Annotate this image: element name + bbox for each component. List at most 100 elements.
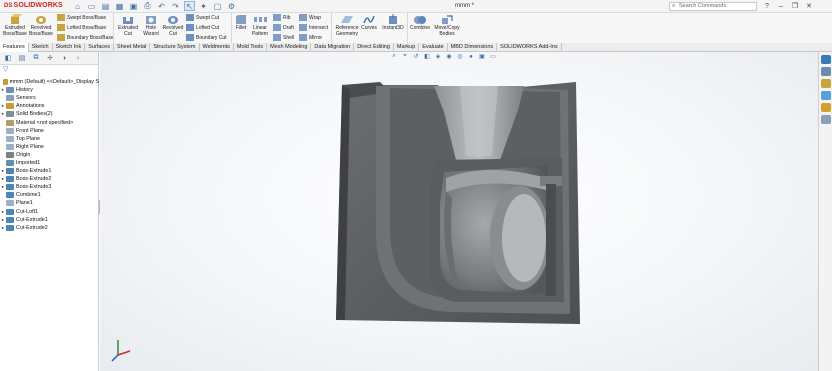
tab-solidworks-add-ins[interactable]: SOLIDWORKS Add-Ins	[497, 43, 562, 52]
tree-item[interactable]: Combine1	[0, 191, 99, 199]
solidworks-resources-icon[interactable]	[820, 55, 831, 64]
revolved-cut-button[interactable]: Revolved Cut	[162, 14, 184, 37]
tree-item[interactable]: Right Plane	[0, 143, 99, 151]
curves-button[interactable]: Curves	[360, 14, 378, 32]
graphics-area[interactable]	[100, 52, 818, 371]
tree-item[interactable]: Imported1	[0, 159, 99, 167]
zoom-to-fit-icon[interactable]: ⌕	[390, 53, 398, 60]
tab-sketch-ink[interactable]: Sketch Ink	[53, 43, 86, 52]
display-manager-icon[interactable]: ◑	[58, 53, 70, 63]
rib-button[interactable]: Rib	[273, 14, 291, 21]
save-icon[interactable]: ▣	[128, 1, 139, 11]
property-manager-icon[interactable]: ▤	[16, 53, 28, 63]
print-icon[interactable]: ▦	[114, 1, 125, 11]
apply-scene-icon[interactable]: ▣	[478, 53, 486, 60]
tab-mold-tools[interactable]: Mold Tools	[234, 43, 268, 52]
tab-surfaces[interactable]: Surfaces	[85, 43, 114, 52]
previous-view-icon[interactable]: ↺	[412, 53, 420, 60]
tab-sketch[interactable]: Sketch	[29, 43, 53, 52]
expand-panel-icon[interactable]: ›	[72, 53, 84, 63]
tab-weldments[interactable]: Weldments	[200, 43, 234, 52]
custom-properties-icon[interactable]	[820, 115, 831, 124]
linear-pattern-button[interactable]: Linear Pattern	[250, 14, 270, 37]
minimize-icon[interactable]: –	[774, 1, 788, 11]
revolved-boss-button[interactable]: Revolved Boss/Base	[28, 14, 54, 37]
filter-icon[interactable]: ▽	[0, 65, 98, 74]
select-icon[interactable]: ↖	[184, 1, 195, 11]
instant3d-button[interactable]: Instant3D	[380, 14, 406, 32]
intersect-button[interactable]: Intersect	[299, 24, 328, 31]
tab-markup[interactable]: Markup	[394, 43, 420, 52]
hole-wizard-button[interactable]: Hole Wizard	[140, 14, 162, 37]
solidworks-logo[interactable]: DSSOLIDWORKS	[4, 2, 63, 9]
restore-icon[interactable]: ❐	[788, 1, 802, 11]
tree-item[interactable]: Top Plane	[0, 135, 99, 143]
open-icon[interactable]: ▤	[100, 1, 111, 11]
tree-item[interactable]: Sensors	[0, 94, 99, 102]
configuration-manager-icon[interactable]: ⧉	[30, 53, 42, 63]
tree-item[interactable]: ▸ Solid Bodies(2)	[0, 110, 99, 118]
help-icon[interactable]: ?	[760, 1, 774, 11]
extruded-boss-button[interactable]: Extruded Boss/Base	[2, 14, 28, 37]
tree-item[interactable]: ▸ Boss-Extrude1	[0, 167, 99, 175]
lofted-cut-button[interactable]: Lofted Cut	[186, 24, 219, 31]
tree-item[interactable]: ▸ Cut-Extrude1	[0, 216, 99, 224]
tree-item[interactable]: ▸ Annotations	[0, 102, 99, 110]
boundary-boss-button[interactable]: Boundary Boss/Base	[57, 34, 114, 41]
new-file-icon[interactable]: ▭	[86, 1, 97, 11]
undo-icon[interactable]: ↶	[156, 1, 167, 11]
reference-geometry-button[interactable]: Reference Geometry	[334, 14, 360, 37]
file-properties-icon[interactable]: ▢	[212, 1, 223, 11]
boundary-cut-button[interactable]: Boundary Cut	[186, 34, 227, 41]
tab-structure-system[interactable]: Structure System	[150, 43, 200, 52]
tab-features[interactable]: Features	[0, 43, 29, 52]
draft-button[interactable]: Draft	[273, 24, 294, 31]
tree-item[interactable]: ▸ Boss-Extrude3	[0, 183, 99, 191]
swept-cut-button[interactable]: Swept Cut	[186, 14, 219, 21]
rebuild-icon[interactable]: ✦	[198, 1, 209, 11]
lofted-boss-button[interactable]: Lofted Boss/Base	[57, 24, 106, 31]
tab-mbd-dimensions[interactable]: MBD Dimensions	[448, 43, 498, 52]
print-dropdown-icon[interactable]: ⎙	[142, 1, 153, 11]
view-settings-icon[interactable]: ▭	[489, 53, 497, 60]
options-icon[interactable]: ⚙	[226, 1, 237, 11]
dimxpert-manager-icon[interactable]: ✛	[44, 53, 56, 63]
tree-item[interactable]: ▸ Boss-Extrude2	[0, 175, 99, 183]
wrap-button[interactable]: Wrap	[299, 14, 321, 21]
fillet-button[interactable]: Fillet	[233, 14, 249, 32]
tree-item[interactable]: ▸ Cut-Extrude2	[0, 224, 99, 232]
tree-item[interactable]: Plane1	[0, 199, 99, 207]
tab-direct-editing[interactable]: Direct Editing	[354, 43, 394, 52]
redo-icon[interactable]: ↷	[170, 1, 181, 11]
mold-model[interactable]	[100, 52, 818, 371]
tree-item[interactable]: ▸ History	[0, 86, 99, 94]
feature-manager-icon[interactable]: ◧	[2, 53, 14, 63]
tree-item[interactable]: Origin	[0, 151, 99, 159]
combine-button[interactable]: Combine	[409, 14, 431, 32]
tab-evaluate[interactable]: Evaluate	[419, 43, 448, 52]
tree-item[interactable]: Front Plane	[0, 127, 99, 135]
tab-sheet-metal[interactable]: Sheet Metal	[114, 43, 151, 52]
tab-data-migration[interactable]: Data Migration	[311, 43, 355, 52]
view-orientation-icon[interactable]: ◈	[434, 53, 442, 60]
shell-button[interactable]: Shell	[273, 34, 294, 41]
tab-mesh-modeling[interactable]: Mesh Modeling	[267, 43, 312, 52]
tree-root[interactable]: mmm (Default) <<Default>_Display S	[0, 78, 99, 86]
design-library-icon[interactable]	[820, 67, 831, 76]
appearances-icon[interactable]	[820, 103, 831, 112]
search-commands-input[interactable]: ⌕ Search Commands	[669, 2, 757, 11]
display-style-icon[interactable]: ◉	[445, 53, 453, 60]
close-icon[interactable]: ✕	[802, 1, 816, 11]
view-palette-icon[interactable]	[820, 91, 831, 100]
swept-boss-button[interactable]: Swept Boss/Base	[57, 14, 106, 21]
home-icon[interactable]: ⌂	[72, 1, 83, 11]
move-copy-bodies-button[interactable]: Move/Copy Bodies	[432, 14, 462, 37]
section-view-icon[interactable]: ◧	[423, 53, 431, 60]
extruded-cut-button[interactable]: Extruded Cut	[116, 14, 140, 37]
mirror-button[interactable]: Mirror	[299, 34, 322, 41]
edit-appearance-icon[interactable]: ●	[467, 53, 475, 60]
tree-item[interactable]: ▸ Cut-Loft1	[0, 208, 99, 216]
tree-item[interactable]: Material <not specified>	[0, 118, 99, 126]
hide-show-icon[interactable]: ◎	[456, 53, 464, 60]
file-explorer-icon[interactable]	[820, 79, 831, 88]
